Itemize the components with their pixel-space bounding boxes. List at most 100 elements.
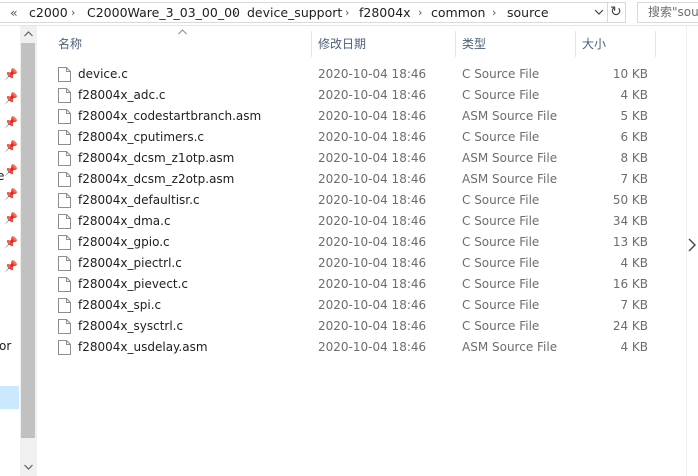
file-type: ASM Source File	[462, 172, 558, 186]
file-name: f28004x_spi.c	[78, 298, 162, 312]
breadcrumb-item-c2000ware[interactable]: C2000Ware_3_03_00_00	[87, 3, 240, 22]
chevron-down-icon	[594, 9, 604, 15]
column-divider[interactable]	[455, 31, 456, 57]
breadcrumb-item-f28004x[interactable]: f28004x	[359, 3, 411, 22]
file-modified: 2020-10-04 18:46	[318, 130, 427, 144]
column-divider[interactable]	[575, 31, 576, 57]
file-icon	[58, 67, 71, 82]
pin-icon: 📌	[4, 164, 18, 177]
file-row[interactable]: f28004x_spi.c 2020-10-04 18:46 C Source Fi…	[50, 295, 658, 316]
file-row[interactable]: device.c 2020-10-04 18:46 C Source File 10 …	[50, 64, 658, 85]
file-row[interactable]: f28004x_adc.c 2020-10-04 18:46 C Source Fi…	[50, 85, 658, 106]
file-icon	[58, 256, 71, 271]
file-icon	[58, 88, 71, 103]
breadcrumb-item-c2000[interactable]: c2000	[29, 3, 68, 22]
pin-icon: 📌	[4, 236, 18, 249]
file-row[interactable]: f28004x_gpio.c 2020-10-04 18:46 C Source F…	[50, 232, 658, 253]
file-icon	[58, 214, 71, 229]
file-icon	[58, 340, 71, 355]
nav-scrollbar[interactable]	[20, 26, 37, 476]
file-size: 24 KB	[612, 319, 648, 333]
scroll-thumb[interactable]	[21, 43, 35, 438]
file-icon	[58, 172, 71, 187]
file-row[interactable]: f28004x_piectrl.c 2020-10-04 18:46 C Sourc…	[50, 253, 658, 274]
file-icon	[58, 193, 71, 208]
file-type: C Source File	[462, 214, 540, 228]
file-modified: 2020-10-04 18:46	[318, 256, 427, 270]
file-name: f28004x_piectrl.c	[78, 256, 182, 270]
scroll-down-arrow-icon	[24, 464, 33, 470]
file-modified: 2020-10-04 18:46	[318, 319, 427, 333]
file-icon	[58, 298, 71, 313]
file-modified: 2020-10-04 18:46	[318, 151, 427, 165]
chevron-right-icon[interactable]	[688, 238, 696, 252]
file-modified: 2020-10-04 18:46	[318, 67, 427, 81]
address-bar: « c2000 › C2000Ware_3_03_00_00 › device_…	[0, 0, 698, 26]
file-modified: 2020-10-04 18:46	[318, 172, 427, 186]
file-row[interactable]: f28004x_cputimers.c 2020-10-04 18:46 C Sou…	[50, 127, 658, 148]
file-size: 50 KB	[612, 193, 648, 207]
breadcrumb-item-source[interactable]: source	[507, 3, 549, 22]
address-history-dropdown[interactable]	[590, 3, 607, 22]
nav-item-selected[interactable]	[0, 386, 19, 409]
file-size: 7 KB	[620, 172, 648, 186]
column-divider[interactable]	[311, 31, 312, 57]
search-input[interactable]: 搜索"sou	[637, 2, 698, 23]
breadcrumb-chevron-icon[interactable]: ›	[492, 3, 496, 22]
column-divider[interactable]	[655, 31, 656, 57]
file-modified: 2020-10-04 18:46	[318, 340, 427, 354]
file-row[interactable]: f28004x_codestartbranch.asm 2020-10-04 18…	[50, 106, 658, 127]
file-size: 8 KB	[620, 151, 648, 165]
pin-icon: 📌	[4, 212, 18, 225]
column-header-name[interactable]: 名称	[58, 31, 82, 57]
file-row[interactable]: f28004x_defaultisr.c 2020-10-04 18:46 C So…	[50, 190, 658, 211]
nav-item-fragment[interactable]: or	[0, 339, 11, 353]
file-row[interactable]: f28004x_dma.c 2020-10-04 18:46 C Source Fi…	[50, 211, 658, 232]
file-size: 5 KB	[620, 109, 648, 123]
pin-icon: 📌	[4, 260, 18, 273]
scroll-down-button[interactable]	[20, 459, 37, 476]
file-modified: 2020-10-04 18:46	[318, 88, 427, 102]
nav-item-fragment[interactable]: e	[0, 169, 4, 183]
file-row[interactable]: f28004x_sysctrl.c 2020-10-04 18:46 C Sourc…	[50, 316, 658, 337]
scroll-up-arrow-icon	[24, 31, 33, 37]
breadcrumb-item-device-support[interactable]: device_support	[247, 3, 342, 22]
file-name: device.c	[78, 67, 128, 81]
column-header-size[interactable]: 大小	[582, 31, 606, 57]
file-row[interactable]: f28004x_dcsm_z2otp.asm 2020-10-04 18:46 AS…	[50, 169, 658, 190]
file-name: f28004x_cputimers.c	[78, 130, 205, 144]
file-type: C Source File	[462, 235, 540, 249]
file-size: 4 KB	[620, 340, 648, 354]
column-header-modified[interactable]: 修改日期	[318, 31, 366, 57]
file-row[interactable]: f28004x_dcsm_z1otp.asm 2020-10-04 18:46 AS…	[50, 148, 658, 169]
file-modified: 2020-10-04 18:46	[318, 214, 427, 228]
refresh-button[interactable]: ↻	[607, 3, 626, 22]
breadcrumb[interactable]: « c2000 › C2000Ware_3_03_00_00 › device_…	[0, 2, 626, 23]
file-modified: 2020-10-04 18:46	[318, 193, 427, 207]
file-name: f28004x_gpio.c	[78, 235, 170, 249]
scroll-up-button[interactable]	[20, 26, 37, 43]
file-type: C Source File	[462, 298, 540, 312]
pin-icon: 📌	[4, 140, 18, 153]
file-type: C Source File	[462, 277, 540, 291]
file-type: C Source File	[462, 319, 540, 333]
file-type: C Source File	[462, 88, 540, 102]
file-modified: 2020-10-04 18:46	[318, 298, 427, 312]
file-size: 6 KB	[620, 130, 648, 144]
file-type: C Source File	[462, 193, 540, 207]
file-type: C Source File	[462, 256, 540, 270]
pin-icon: 📌	[4, 92, 18, 105]
column-header-type[interactable]: 类型	[462, 31, 486, 57]
breadcrumb-chevron-icon[interactable]: ›	[345, 3, 349, 22]
file-name: f28004x_dcsm_z1otp.asm	[78, 151, 235, 165]
pin-icon: 📌	[4, 188, 18, 201]
breadcrumb-item-common[interactable]: common	[431, 3, 485, 22]
breadcrumb-chevron-icon[interactable]: ›	[233, 3, 237, 22]
breadcrumb-chevron-icon[interactable]: ›	[418, 3, 422, 22]
file-row[interactable]: f28004x_usdelay.asm 2020-10-04 18:46 ASM S…	[50, 337, 658, 358]
file-name: f28004x_sysctrl.c	[78, 319, 184, 333]
file-row[interactable]: f28004x_pievect.c 2020-10-04 18:46 C Sourc…	[50, 274, 658, 295]
breadcrumb-overflow-button[interactable]: «	[10, 3, 18, 22]
pin-icon: 📌	[4, 116, 18, 129]
breadcrumb-chevron-icon[interactable]: ›	[71, 3, 75, 22]
